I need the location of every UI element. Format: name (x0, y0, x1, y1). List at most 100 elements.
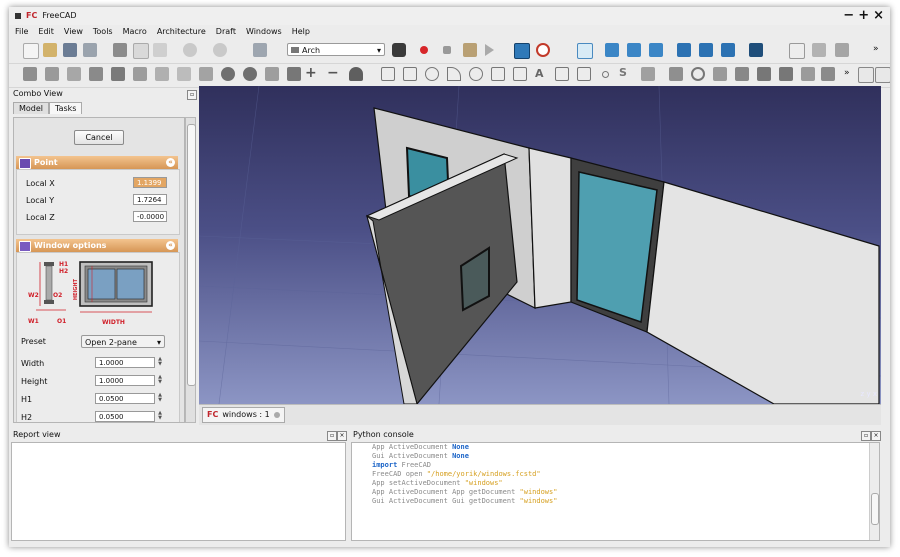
collapse-icon-2[interactable]: « (166, 241, 175, 250)
edit-macro-icon[interactable] (463, 43, 477, 57)
construction-mode-icon[interactable] (875, 67, 890, 83)
menu-windows[interactable]: Windows (246, 25, 282, 39)
floor-icon[interactable] (67, 67, 81, 81)
undo-icon[interactable] (183, 43, 197, 57)
structure-icon[interactable] (45, 67, 59, 81)
minus-icon[interactable]: − (327, 65, 339, 81)
view-left-icon[interactable] (721, 43, 735, 57)
preset-select[interactable]: Open 2-pane ▾ (81, 335, 165, 348)
copy-icon[interactable] (133, 43, 149, 59)
stop-macro-icon[interactable] (443, 46, 451, 54)
roof-icon[interactable] (199, 67, 213, 81)
measure-distance-icon[interactable] (749, 43, 763, 57)
window-menu-icon[interactable] (15, 12, 21, 19)
view-axonometric-icon[interactable] (577, 43, 593, 59)
menu-view[interactable]: View (64, 25, 83, 39)
console-scrollbar[interactable] (869, 443, 879, 540)
python-console-output[interactable]: App ActiveDocument None Gui ActiveDocume… (351, 442, 880, 541)
remove-icon[interactable] (243, 67, 257, 81)
menu-help[interactable]: Help (292, 25, 310, 39)
axes-icon[interactable] (177, 67, 191, 81)
offset-icon[interactable] (713, 67, 727, 81)
cancel-button[interactable]: Cancel (74, 130, 124, 145)
site-icon[interactable] (111, 67, 125, 81)
save-icon[interactable] (63, 43, 77, 57)
create-group-icon[interactable] (789, 43, 805, 59)
maximize-icon[interactable]: + (858, 8, 869, 23)
h1-spinner[interactable]: ▲ ▼ (157, 393, 163, 404)
task-panel-scrollbar[interactable] (185, 117, 196, 423)
float-console-icon[interactable]: ▫ (861, 431, 871, 441)
close-console-icon[interactable]: × (871, 431, 881, 441)
refresh-icon[interactable] (253, 43, 267, 57)
circle-icon[interactable] (425, 67, 439, 81)
trimex-icon[interactable] (735, 67, 749, 81)
report-view-output[interactable] (11, 442, 346, 541)
shape-string-icon[interactable]: S (619, 66, 627, 79)
add-icon[interactable] (221, 67, 235, 81)
record-macro-icon[interactable] (420, 46, 428, 54)
menu-macro[interactable]: Macro (123, 25, 147, 39)
rotate-icon[interactable] (691, 67, 705, 81)
wire-icon[interactable] (403, 67, 417, 81)
view-fit-all-icon[interactable] (514, 43, 530, 59)
console-scrollbar-thumb[interactable] (871, 493, 879, 525)
h2-spinner[interactable]: ▲ ▼ (157, 411, 163, 422)
local-y-field[interactable]: 1.7264 (133, 194, 167, 205)
height-field[interactable]: 1.0000 (95, 375, 155, 386)
building-icon[interactable] (89, 67, 103, 81)
collapse-icon[interactable]: « (166, 158, 175, 167)
view-rear-icon[interactable] (677, 43, 691, 57)
local-z-field[interactable]: -0.0000 (133, 211, 167, 222)
h1-field[interactable]: 0.0500 (95, 393, 155, 404)
window-tool-icon[interactable] (133, 67, 147, 81)
cut-icon[interactable] (113, 43, 127, 57)
width-spinner[interactable]: ▲ ▼ (157, 357, 163, 368)
arc-icon[interactable] (447, 67, 461, 81)
facebinder-icon[interactable] (641, 67, 655, 81)
downgrade-icon[interactable] (779, 67, 793, 81)
line-icon[interactable] (381, 67, 395, 81)
view-front-icon[interactable] (605, 43, 619, 57)
section-plane-icon[interactable] (155, 67, 169, 81)
move-icon[interactable] (669, 67, 683, 81)
document-tab[interactable]: FC windows : 1 (202, 407, 285, 423)
menu-tools[interactable]: Tools (93, 25, 113, 39)
redo-icon[interactable] (213, 43, 227, 57)
mesh-to-shape-icon[interactable] (349, 67, 363, 81)
lock-icon[interactable] (858, 67, 874, 83)
menu-file[interactable]: File (15, 25, 28, 39)
close-report-icon[interactable]: × (337, 431, 347, 441)
sketch-graph-icon[interactable] (835, 43, 849, 57)
point-group-header[interactable]: Point « (16, 156, 178, 169)
paste-icon[interactable] (153, 43, 167, 57)
open-icon[interactable] (43, 43, 57, 57)
upgrade-icon[interactable] (757, 67, 771, 81)
tab-tasks[interactable]: Tasks (49, 102, 83, 114)
create-link-icon[interactable] (812, 43, 826, 57)
bspline-icon[interactable] (577, 67, 591, 81)
tab-model[interactable]: Model (13, 102, 50, 114)
split-mesh-icon[interactable] (265, 67, 279, 81)
close-icon[interactable]: × (873, 8, 884, 23)
dimension-icon[interactable] (555, 67, 569, 81)
view-right-icon[interactable] (649, 43, 663, 57)
scrollbar-thumb[interactable] (187, 124, 196, 386)
drawing-icon[interactable] (821, 67, 835, 81)
h2-field[interactable]: 0.0500 (95, 411, 155, 422)
workbench-selector[interactable]: Arch ▾ (287, 43, 385, 56)
draw-style-icon[interactable] (536, 43, 550, 57)
view-top-icon[interactable] (627, 43, 641, 57)
menu-draft[interactable]: Draft (216, 25, 236, 39)
height-spinner[interactable]: ▲ ▼ (157, 375, 163, 386)
new-document-icon[interactable] (23, 43, 39, 59)
rectangle-icon[interactable] (513, 67, 527, 81)
text-icon[interactable]: A (535, 67, 544, 80)
local-x-field[interactable]: 1.1399 (133, 177, 167, 188)
float-panel-icon[interactable]: ▫ (187, 90, 197, 100)
polygon-icon[interactable] (491, 67, 505, 81)
window-options-header[interactable]: Window options « (16, 239, 178, 252)
plus-icon[interactable]: + (305, 65, 317, 81)
toolbar-overflow-icon[interactable]: » (873, 44, 879, 54)
title-bar[interactable]: FC FreeCAD − + × (9, 7, 890, 25)
